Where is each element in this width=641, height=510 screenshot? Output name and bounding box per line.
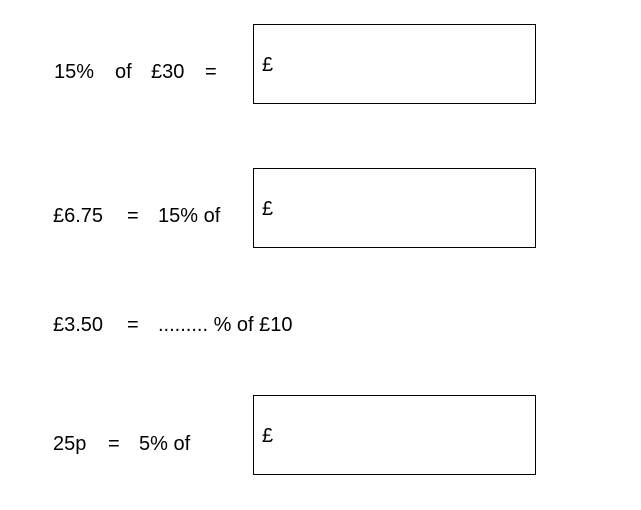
q4-answer-box[interactable]: £ (253, 395, 536, 475)
q1-percent: 15% (54, 61, 95, 83)
q3-amount: £3.50 (53, 314, 104, 336)
q1-answer-box[interactable]: £ (253, 24, 536, 104)
q3-blank-percent-of[interactable]: ......... % of £10 (158, 315, 293, 335)
q2-amount: £6.75 (53, 205, 104, 227)
q2-equals: = (127, 205, 139, 227)
q1-equals: = (205, 61, 217, 83)
q1-of: of (115, 61, 132, 83)
q1-amount: £30 (151, 61, 185, 83)
q4-percent-of: 5% of (139, 433, 191, 455)
q4-amount: 25p (53, 433, 87, 455)
q2-percent-of: 15% of (158, 205, 221, 227)
q4-pound-sign: £ (262, 425, 274, 447)
q2-answer-box[interactable]: £ (253, 168, 536, 248)
q1-pound-sign: £ (262, 54, 274, 76)
q3-equals: = (127, 314, 139, 336)
q2-pound-sign: £ (262, 198, 274, 220)
q4-equals: = (108, 433, 120, 455)
